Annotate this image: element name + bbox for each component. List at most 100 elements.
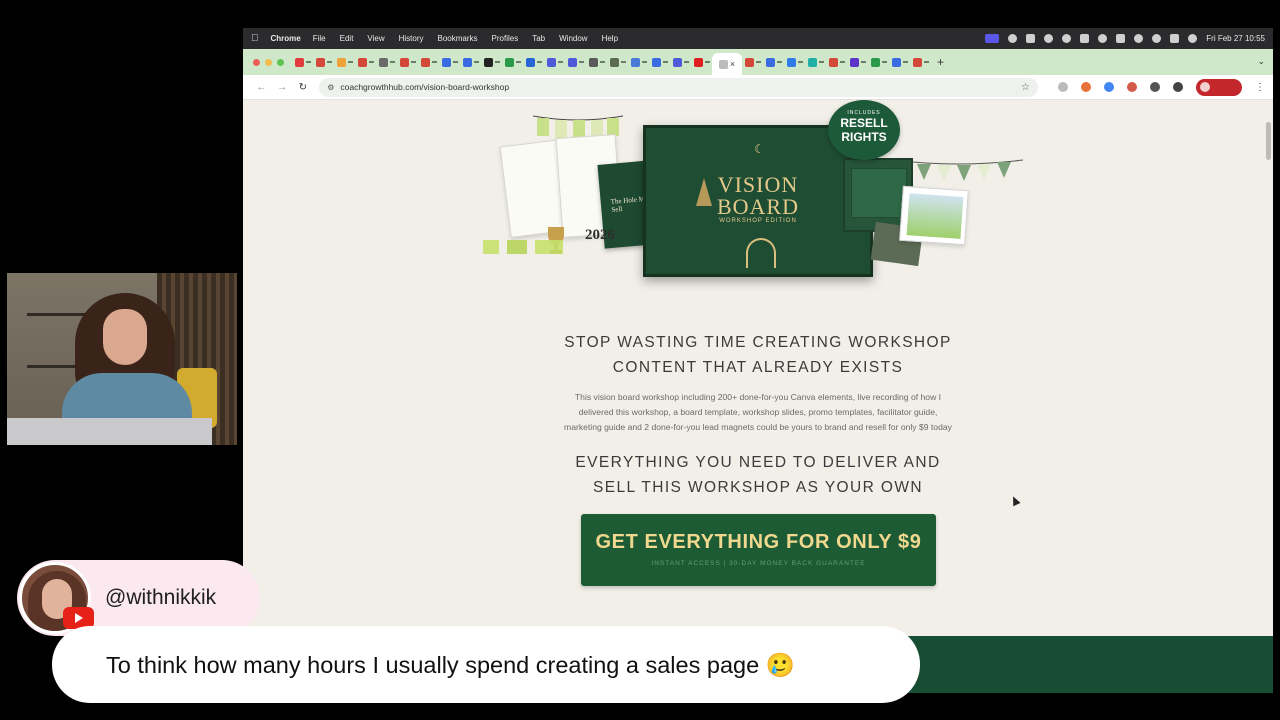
gear-icon[interactable] xyxy=(1008,34,1018,43)
guarantee-text[interactable]: INSTANT ACCESS | 30-DAY MONEY BACK GUARA… xyxy=(581,560,936,567)
browser-tab[interactable] xyxy=(670,53,691,71)
menu-window[interactable]: Window xyxy=(559,34,587,43)
browser-tab[interactable] xyxy=(544,53,565,71)
battery-icon[interactable] xyxy=(1116,34,1126,43)
user-icon[interactable] xyxy=(1098,34,1108,43)
extension-icon[interactable] xyxy=(1058,82,1069,92)
browser-tab[interactable] xyxy=(292,53,313,71)
buy-now-label[interactable]: GET EVERYTHING FOR ONLY $9 xyxy=(581,514,936,554)
menu-edit[interactable]: Edit xyxy=(340,34,354,43)
tab-title-fragment xyxy=(389,61,395,63)
browser-tab[interactable] xyxy=(649,53,670,71)
tab-title-fragment xyxy=(326,61,332,63)
tab-title-fragment xyxy=(452,61,458,63)
menu-history[interactable]: History xyxy=(399,34,424,43)
tab-close-icon[interactable]: × xyxy=(730,59,735,69)
browser-tab[interactable] xyxy=(460,53,481,71)
bookmark-star-icon[interactable]: ☆ xyxy=(1021,82,1030,93)
menu-tab[interactable]: Tab xyxy=(532,34,545,43)
browser-tab[interactable] xyxy=(334,53,355,71)
landscape-frame-mockup xyxy=(899,185,969,246)
tab-title-fragment xyxy=(839,61,845,63)
webcam-feed xyxy=(7,273,237,445)
control-center-icon[interactable] xyxy=(1170,34,1180,43)
browser-tab[interactable] xyxy=(523,53,544,71)
new-tab-button[interactable]: + xyxy=(937,55,944,69)
browser-tab[interactable] xyxy=(376,53,397,71)
menu-bookmarks[interactable]: Bookmarks xyxy=(438,34,478,43)
workshop-description: This vision board workshop including 200… xyxy=(493,390,1023,435)
site-info-icon[interactable]: ⚙ xyxy=(327,83,334,92)
extension-icon[interactable] xyxy=(1127,82,1138,92)
video-frame:  Chrome File Edit View History Bookmark… xyxy=(0,0,1280,720)
browser-tab[interactable] xyxy=(763,53,784,71)
browser-tab[interactable] xyxy=(805,53,826,71)
browser-tab[interactable] xyxy=(691,53,712,71)
tab-search-button[interactable]: ⌄ xyxy=(1257,56,1265,67)
browser-tab[interactable] xyxy=(910,53,931,71)
apple-icon[interactable]:  xyxy=(251,33,259,44)
browser-tab[interactable] xyxy=(628,53,649,71)
search-icon[interactable] xyxy=(1152,34,1162,43)
tab-favicon-icon xyxy=(828,57,838,67)
menubar-datetime[interactable]: Fri Feb 27 10:55 xyxy=(1206,34,1265,43)
google-icon[interactable] xyxy=(1104,82,1115,92)
close-window-button[interactable] xyxy=(253,58,260,66)
browser-tab[interactable] xyxy=(607,53,628,71)
tab-list: × xyxy=(292,49,931,75)
menu-profiles[interactable]: Profiles xyxy=(492,34,519,43)
zoom-window-button[interactable] xyxy=(277,58,284,66)
menu-file[interactable]: File xyxy=(313,34,326,43)
browser-tab[interactable] xyxy=(418,53,439,71)
puzzle-icon[interactable] xyxy=(1150,82,1161,92)
forward-button[interactable]: → xyxy=(272,82,293,93)
tab-favicon-icon xyxy=(744,57,754,67)
minimize-window-button[interactable] xyxy=(265,58,272,66)
menu-view[interactable]: View xyxy=(367,34,384,43)
back-button[interactable]: ← xyxy=(251,82,272,93)
browser-tab[interactable] xyxy=(826,53,847,71)
browser-tab[interactable] xyxy=(565,53,586,71)
wifi-icon[interactable] xyxy=(1134,34,1144,43)
profile-button[interactable] xyxy=(1196,78,1243,96)
play-icon[interactable] xyxy=(1044,34,1054,43)
headline-line: SELL THIS WORKSHOP AS YOUR OWN xyxy=(593,479,923,496)
browser-tab[interactable] xyxy=(784,53,805,71)
clock-icon[interactable] xyxy=(1062,34,1072,43)
description-line: delivered this workshop, a board templat… xyxy=(578,407,938,417)
keyboard-input-icon[interactable] xyxy=(1080,34,1090,43)
browser-tab[interactable] xyxy=(889,53,910,71)
siri-icon[interactable] xyxy=(1188,34,1198,43)
browser-tab[interactable] xyxy=(868,53,889,71)
reload-button[interactable]: ↻ xyxy=(292,82,313,93)
landscape-image xyxy=(906,193,964,239)
board-subtitle: WORKSHOP EDITION xyxy=(719,218,797,224)
browser-tab[interactable] xyxy=(397,53,418,71)
url-text[interactable]: coachgrowthhub.com/vision-board-workshop xyxy=(340,82,509,92)
browser-tab[interactable] xyxy=(313,53,334,71)
menubar-app-name[interactable]: Chrome xyxy=(271,34,301,43)
menu-help[interactable]: Help xyxy=(602,34,618,43)
browser-tab[interactable] xyxy=(847,53,868,71)
browser-tab[interactable] xyxy=(481,53,502,71)
extension-icon[interactable] xyxy=(1081,82,1092,92)
app-icon[interactable] xyxy=(1026,34,1036,43)
browser-tab[interactable] xyxy=(355,53,376,71)
year-decoration: 2026 xyxy=(585,227,615,243)
browser-tab[interactable] xyxy=(742,53,763,71)
tab-favicon-icon xyxy=(807,57,817,67)
screen-record-icon[interactable] xyxy=(985,34,1000,43)
address-bar[interactable]: ⚙ coachgrowthhub.com/vision-board-worksh… xyxy=(319,77,1039,97)
tab-favicon-icon xyxy=(630,57,640,67)
active-browser-tab[interactable]: × xyxy=(712,53,742,75)
browser-tab[interactable] xyxy=(586,53,607,71)
browser-tab[interactable] xyxy=(439,53,460,71)
buy-now-button[interactable]: GET EVERYTHING FOR ONLY $9 INSTANT ACCES… xyxy=(581,514,936,586)
download-icon[interactable] xyxy=(1173,82,1184,92)
browser-tab[interactable] xyxy=(502,53,523,71)
page-scrollbar[interactable] xyxy=(1266,122,1271,160)
headline-stop-wasting-time: STOP WASTING TIME CREATING WORKSHOP CONT… xyxy=(243,330,1273,380)
resell-rights-badge: INCLUDES RESELL RIGHTS xyxy=(828,100,900,160)
chrome-menu-icon[interactable]: ⋮ xyxy=(1255,82,1265,93)
headline-everything-you-need: EVERYTHING YOU NEED TO DELIVER AND SELL … xyxy=(243,450,1273,500)
